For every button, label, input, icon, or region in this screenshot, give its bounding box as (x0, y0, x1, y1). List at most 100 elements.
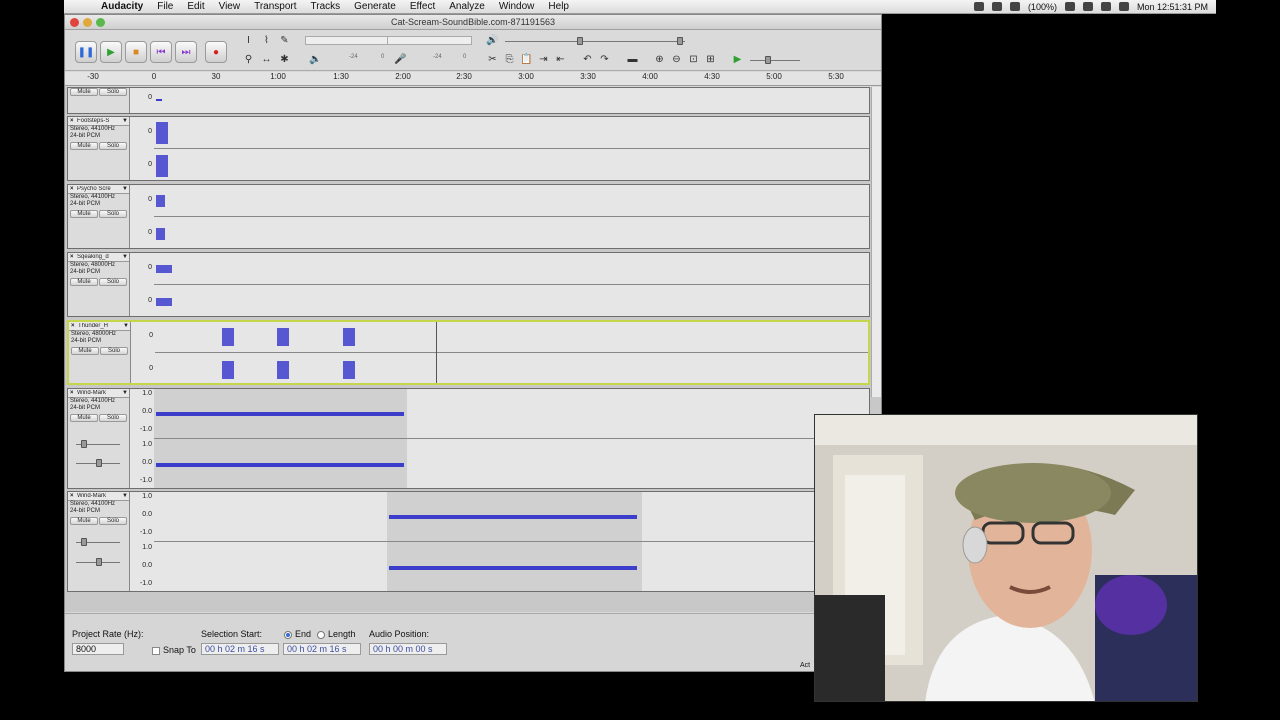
pan-slider[interactable] (96, 558, 102, 566)
undo-icon[interactable]: ↶ (580, 52, 595, 67)
mute-button[interactable]: Mute (70, 517, 98, 525)
track[interactable]: × Sqeaking_d ▼ Stereo, 48000Hz 24-bit PCM … (67, 252, 870, 317)
menu-app[interactable]: Audacity (94, 1, 150, 12)
pause-button[interactable]: ❚❚ (75, 41, 97, 63)
envelope-tool-icon[interactable]: ⌇ (259, 33, 274, 48)
audio-position-field[interactable]: 00 h 00 m 00 s (369, 643, 447, 655)
copy-icon[interactable]: ⎘ (502, 52, 517, 67)
chevron-down-icon[interactable]: ▼ (123, 323, 130, 329)
menu-help[interactable]: Help (541, 1, 576, 12)
track-name-menu[interactable]: Psycho Scre (77, 186, 122, 192)
track[interactable]: × Wind-Mark ▼ Stereo, 44100Hz 24-bit PCM M… (67, 491, 870, 592)
gain-slider[interactable] (81, 440, 87, 448)
mute-button[interactable]: Mute (70, 210, 98, 218)
chevron-down-icon[interactable]: ▼ (122, 254, 129, 260)
close-track-icon[interactable]: × (71, 323, 78, 329)
close-track-icon[interactable]: × (70, 186, 77, 192)
redo-icon[interactable]: ↷ (597, 52, 612, 67)
zoom-window-button[interactable] (96, 18, 105, 27)
zoom-out-icon[interactable]: ⊖ (669, 52, 684, 67)
track[interactable]: Mute Solo 0 (67, 87, 870, 114)
record-button[interactable]: ● (205, 41, 227, 63)
fit-project-icon[interactable]: ⊞ (703, 52, 718, 67)
solo-button[interactable]: Solo (99, 414, 127, 422)
menu-view[interactable]: View (212, 1, 248, 12)
track[interactable]: × Wind-Mark ▼ Stereo, 44100Hz 24-bit PCM M… (67, 388, 870, 489)
vertical-scrollbar[interactable] (871, 87, 881, 397)
bluetooth-icon[interactable] (1082, 2, 1093, 11)
silence-icon[interactable]: ⇤ (553, 52, 568, 67)
sync-icon[interactable] (1064, 2, 1075, 11)
gain-slider[interactable] (81, 538, 87, 546)
draw-tool-icon[interactable]: ✎ (277, 33, 292, 48)
track[interactable]: × Footsteps-S ▼ Stereo, 44100Hz 24-bit PCM… (67, 116, 870, 181)
chevron-down-icon[interactable]: ▼ (122, 493, 129, 499)
chevron-down-icon[interactable]: ▼ (122, 186, 129, 192)
camera-icon[interactable] (973, 2, 984, 11)
project-rate-select[interactable]: 8000 (72, 643, 124, 655)
menu-effect[interactable]: Effect (403, 1, 442, 12)
timeline-ruler[interactable]: -30 0 30 1:00 1:30 2:00 2:30 3:00 3:30 4… (65, 72, 881, 86)
zoom-in-icon[interactable]: ⊕ (652, 52, 667, 67)
solo-button[interactable]: Solo (99, 278, 127, 286)
menu-transport[interactable]: Transport (247, 1, 303, 12)
chevron-down-icon[interactable]: ▼ (122, 390, 129, 396)
play-at-speed-icon[interactable]: ▶ (730, 52, 745, 67)
stop-button[interactable]: ■ (125, 41, 147, 63)
skip-end-button[interactable]: ⏭ (175, 41, 197, 63)
paste-icon[interactable]: 📋 (519, 52, 534, 67)
close-track-icon[interactable]: × (70, 254, 77, 260)
skip-start-button[interactable]: ⏮ (150, 41, 172, 63)
volume-icon[interactable] (1118, 2, 1129, 11)
track-selected[interactable]: × Thunder_H ▼ Stereo, 48000Hz 24-bit PCM M… (67, 320, 870, 385)
play-button[interactable]: ▶ (100, 41, 122, 63)
trim-icon[interactable]: ⇥ (536, 52, 551, 67)
zoom-tool-icon[interactable]: ⚲ (241, 52, 256, 67)
menu-edit[interactable]: Edit (180, 1, 211, 12)
solo-button[interactable]: Solo (99, 210, 127, 218)
pan-slider[interactable] (96, 459, 102, 467)
mute-button[interactable]: Mute (71, 347, 99, 355)
battery-icon[interactable] (1009, 2, 1020, 11)
playback-meter[interactable] (387, 36, 472, 45)
output-volume-slider[interactable] (577, 37, 583, 45)
track-name-menu[interactable]: Thunder_H (78, 323, 123, 329)
menu-analyze[interactable]: Analyze (442, 1, 492, 12)
close-track-icon[interactable]: × (70, 493, 77, 499)
snap-to-checkbox[interactable]: Snap To (152, 645, 196, 655)
menu-window[interactable]: Window (492, 1, 542, 12)
multi-tool-icon[interactable]: ✱ (277, 52, 292, 67)
track[interactable]: × Psycho Scre ▼ Stereo, 44100Hz 24-bit PCM… (67, 184, 870, 249)
mute-button[interactable]: Mute (70, 414, 98, 422)
fit-selection-icon[interactable]: ⊡ (686, 52, 701, 67)
menubar-clock[interactable]: Mon 12:51:31 PM (1137, 2, 1208, 12)
timeshift-tool-icon[interactable]: ↔ (259, 52, 274, 67)
mute-button[interactable]: Mute (70, 142, 98, 150)
selection-start-field[interactable]: 00 h 02 m 16 s (201, 643, 279, 655)
close-window-button[interactable] (70, 18, 79, 27)
selection-tool-icon[interactable]: I (241, 33, 256, 48)
cut-icon[interactable]: ✂ (485, 52, 500, 67)
recording-meter[interactable] (305, 36, 393, 45)
length-radio[interactable]: Length (317, 629, 356, 639)
solo-button[interactable]: Solo (99, 88, 127, 96)
sync-lock-icon[interactable]: ▬ (625, 52, 640, 67)
menu-file[interactable]: File (150, 1, 180, 12)
headphones-icon[interactable] (991, 2, 1002, 11)
mute-button[interactable]: Mute (70, 278, 98, 286)
input-volume-slider[interactable] (677, 37, 683, 45)
wifi-icon[interactable] (1100, 2, 1111, 11)
play-speed-slider[interactable] (765, 56, 771, 64)
track-name-menu[interactable]: Sqeaking_d (77, 254, 122, 260)
chevron-down-icon[interactable]: ▼ (122, 118, 129, 124)
mute-button[interactable]: Mute (70, 88, 98, 96)
solo-button[interactable]: Solo (100, 347, 128, 355)
close-track-icon[interactable]: × (70, 390, 77, 396)
close-track-icon[interactable]: × (70, 118, 77, 124)
menu-generate[interactable]: Generate (347, 1, 403, 12)
end-radio[interactable]: End (284, 629, 311, 639)
solo-button[interactable]: Solo (99, 517, 127, 525)
track-name-menu[interactable]: Footsteps-S (77, 118, 122, 124)
selection-end-field[interactable]: 00 h 02 m 16 s (283, 643, 361, 655)
track-name-menu[interactable]: Wind-Mark (77, 390, 122, 396)
